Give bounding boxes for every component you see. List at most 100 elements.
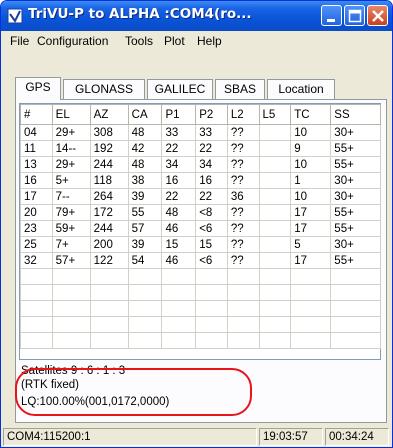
menu-help[interactable]: Help	[197, 34, 222, 48]
table-cell	[330, 316, 381, 333]
table-cell	[127, 284, 163, 301]
table-cell: 122	[89, 252, 129, 269]
table-cell: 22	[195, 188, 228, 205]
table-cell	[161, 332, 197, 349]
table-cell: 16	[20, 172, 53, 189]
table-cell: 25	[20, 236, 53, 253]
table-cell	[258, 284, 292, 301]
table-cell: 1	[290, 172, 332, 189]
table-cell: 17	[20, 188, 53, 205]
col-header[interactable]: AZ	[89, 104, 129, 125]
table-cell: 55+	[330, 220, 381, 237]
title-bar[interactable]: TriVU-P to ALPHA :COM4(ro...	[1, 1, 392, 31]
table-cell	[195, 268, 228, 285]
menu-configuration[interactable]: Configuration	[37, 34, 108, 48]
table-cell: 55+	[330, 140, 381, 157]
table-row[interactable]: 17 7-- 264 39 22 22 36 10 30+	[20, 188, 381, 205]
table-cell: <6	[195, 252, 228, 269]
satellite-table[interactable]: # EL AZ CA P1 P2 L2 L5 TC SS 04 29+ 308 48 3…	[19, 103, 381, 360]
table-cell	[51, 316, 91, 333]
close-button[interactable]	[367, 5, 388, 26]
table-cell	[89, 284, 129, 301]
table-cell: 16	[195, 172, 228, 189]
col-header[interactable]: CA	[127, 104, 163, 125]
table-cell	[258, 188, 292, 205]
table-cell	[330, 332, 381, 349]
table-cell	[20, 268, 53, 285]
menu-plot[interactable]: Plot	[164, 34, 185, 48]
tab-galilec[interactable]: GALILEC	[147, 79, 213, 99]
table-cell	[290, 316, 332, 333]
table-cell: ??	[226, 124, 260, 141]
table-cell	[258, 268, 292, 285]
app-window: TriVU-P to ALPHA :COM4(ro... File Config…	[0, 0, 393, 448]
table-row-empty	[20, 268, 381, 285]
table-cell	[20, 284, 53, 301]
menu-file[interactable]: File	[10, 34, 29, 48]
table-cell: 59+	[51, 220, 91, 237]
col-header[interactable]: P1	[161, 104, 197, 125]
table-cell: 39	[127, 236, 163, 253]
col-header[interactable]: SS	[330, 104, 381, 125]
table-row[interactable]: 23 59+ 244 57 46 <6?? 17 55+	[20, 220, 381, 237]
tab-sbas[interactable]: SBAS	[215, 79, 265, 99]
window-title: TriVU-P to ALPHA :COM4(ro...	[28, 6, 252, 22]
table-cell: 11	[20, 140, 53, 157]
tab-location[interactable]: Location	[267, 79, 335, 99]
status-port: COM4:115200:1	[3, 428, 257, 446]
app-icon	[7, 8, 23, 24]
table-cell	[258, 300, 292, 317]
table-cell: 36	[226, 188, 260, 205]
table-cell: 5	[290, 236, 332, 253]
table-cell	[195, 300, 228, 317]
table-cell	[226, 300, 260, 317]
minimize-icon	[327, 19, 335, 22]
table-header-row: # EL AZ CA P1 P2 L2 L5 TC SS	[20, 104, 381, 125]
table-cell: <8	[195, 204, 228, 221]
col-header[interactable]: L5	[258, 104, 292, 125]
table-cell	[330, 268, 381, 285]
menu-tools[interactable]: Tools	[125, 34, 153, 48]
tab-gps[interactable]: GPS	[15, 77, 61, 100]
status-elapsed: 00:34:24	[325, 428, 389, 446]
table-cell: 22	[195, 140, 228, 157]
table-row[interactable]: 13 29+ 244 48 34 34?? 10 55+	[20, 156, 381, 173]
maximize-button[interactable]	[344, 5, 365, 26]
table-cell: 57+	[51, 252, 91, 269]
table-cell: 20	[20, 204, 53, 221]
table-cell: 46	[161, 252, 197, 269]
table-cell	[258, 220, 292, 237]
table-row[interactable]: 16 5+ 118 38 16 16?? 1 30+	[20, 172, 381, 189]
table-cell	[226, 284, 260, 301]
table-cell: 55+	[330, 252, 381, 269]
table-cell	[290, 268, 332, 285]
table-cell: 7--	[51, 188, 91, 205]
table-cell: 10	[290, 124, 332, 141]
col-header[interactable]: TC	[290, 104, 332, 125]
table-row[interactable]: 04 29+ 308 48 33 33?? 10 30+	[20, 124, 381, 141]
col-header[interactable]: #	[20, 104, 53, 125]
minimize-button[interactable]	[321, 5, 342, 26]
menu-bar: File Configuration Tools Plot Help	[2, 31, 392, 51]
table-cell: 34	[195, 156, 228, 173]
table-cell	[226, 332, 260, 349]
table-cell: 10	[290, 188, 332, 205]
table-cell	[195, 316, 228, 333]
table-row[interactable]: 32 57+ 122 54 46 <6?? 17 55+	[20, 252, 381, 269]
tab-glonass[interactable]: GLONASS	[63, 79, 145, 99]
table-cell	[20, 300, 53, 317]
table-cell	[161, 300, 197, 317]
table-cell	[258, 140, 292, 157]
table-row[interactable]: 20 79+ 172 55 48 <8?? 17 55+	[20, 204, 381, 221]
table-cell: 30+	[330, 188, 381, 205]
table-row[interactable]: 11 14-- 192 42 22 22?? 9 55+	[20, 140, 381, 157]
col-header[interactable]: P2	[195, 104, 228, 125]
table-cell	[195, 284, 228, 301]
table-cell: 38	[127, 172, 163, 189]
col-header[interactable]: EL	[51, 104, 91, 125]
table-row[interactable]: 25 7+ 200 39 15 15?? 5 30+	[20, 236, 381, 253]
table-cell: 33	[195, 124, 228, 141]
table-cell: 118	[89, 172, 129, 189]
table-cell	[89, 300, 129, 317]
col-header[interactable]: L2	[226, 104, 260, 125]
